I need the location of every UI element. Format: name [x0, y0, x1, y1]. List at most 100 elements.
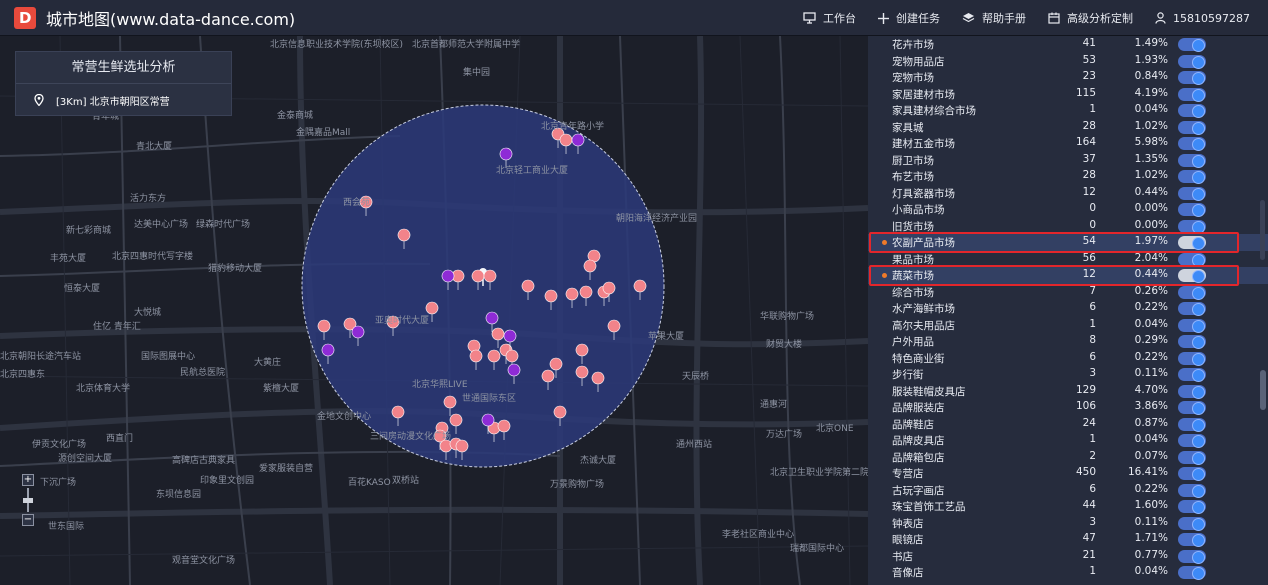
category-row[interactable]: 花卉市场 41 1.49%: [868, 36, 1268, 53]
category-count: 41: [1082, 37, 1096, 49]
category-toggle[interactable]: [1178, 368, 1206, 382]
category-row[interactable]: 书店 21 0.77%: [868, 548, 1268, 565]
zoom-in-button[interactable]: +: [22, 474, 34, 486]
category-row[interactable]: 灯具瓷器市场 12 0.44%: [868, 185, 1268, 202]
monitor-icon: [803, 12, 816, 24]
map-label: 通惠河: [760, 400, 788, 410]
map-label: 苹果大厦: [648, 332, 685, 342]
category-toggle[interactable]: [1178, 401, 1206, 415]
category-toggle[interactable]: [1178, 285, 1206, 300]
category-row[interactable]: 高尔夫用品店 1 0.04%: [868, 317, 1268, 334]
category-toggle[interactable]: [1178, 87, 1206, 102]
category-row[interactable]: 珠宝首饰工艺品 44 1.60%: [868, 498, 1268, 515]
category-row[interactable]: 宠物用品店 53 1.93%: [868, 53, 1268, 70]
category-row[interactable]: 特色商业街 6 0.22%: [868, 350, 1268, 367]
category-toggle[interactable]: [1178, 483, 1206, 498]
nav-workbench-label: 工作台: [823, 12, 857, 25]
category-toggle[interactable]: [1178, 467, 1206, 481]
category-toggle[interactable]: [1178, 38, 1206, 52]
category-toggle[interactable]: [1178, 54, 1206, 69]
map-label: 金隅嘉品Mall: [296, 128, 351, 138]
category-toggle[interactable]: [1178, 533, 1206, 547]
category-name: 宠物市场: [892, 72, 934, 84]
category-toggle[interactable]: [1178, 137, 1206, 151]
map-label: 爱家服装自营: [259, 464, 314, 474]
category-toggle[interactable]: [1178, 203, 1206, 217]
scrollbar-thumb[interactable]: [1260, 370, 1266, 410]
category-name: 特色商业街: [892, 352, 945, 365]
category-row[interactable]: 服装鞋帽皮具店 129 4.70%: [868, 383, 1268, 400]
category-row[interactable]: 古玩字画店 6 0.22%: [868, 482, 1268, 499]
category-toggle[interactable]: [1178, 120, 1206, 135]
category-toggle[interactable]: [1178, 104, 1206, 118]
category-name: 服装鞋帽皮具店: [892, 385, 966, 398]
category-toggle[interactable]: [1178, 186, 1206, 201]
category-row[interactable]: 品牌服装店 106 3.86%: [868, 399, 1268, 416]
category-percent: 2.04%: [1134, 251, 1168, 264]
category-row[interactable]: 专营店 450 16.41%: [868, 465, 1268, 482]
map-label: 北京朝阳长途汽车站: [0, 352, 82, 362]
category-toggle[interactable]: [1178, 252, 1206, 267]
category-toggle[interactable]: [1178, 417, 1206, 432]
zoom-slider-handle[interactable]: [23, 498, 33, 503]
category-toggle[interactable]: [1178, 351, 1206, 366]
category-toggle[interactable]: [1178, 566, 1206, 580]
category-name: 专营店: [892, 468, 924, 480]
nav-workbench[interactable]: 工作台: [803, 10, 856, 26]
category-name: 综合市场: [892, 286, 934, 299]
category-row[interactable]: 品牌箱包店 2 0.07%: [868, 449, 1268, 466]
nav-create-task-label: 创建任务: [896, 12, 941, 25]
category-row[interactable]: 步行街 3 0.11%: [868, 366, 1268, 383]
nav-advanced[interactable]: 高级分析定制: [1048, 10, 1133, 26]
nav-user[interactable]: 15810597287: [1155, 12, 1250, 25]
category-toggle[interactable]: [1178, 71, 1206, 85]
category-toggle[interactable]: [1178, 335, 1206, 349]
category-toggle[interactable]: [1178, 549, 1206, 564]
category-toggle[interactable]: [1178, 302, 1206, 316]
app-logo-icon[interactable]: [14, 6, 36, 29]
category-toggle[interactable]: [1178, 434, 1206, 448]
category-name: 水产海鲜市场: [892, 303, 955, 315]
map-label: 民航总医院: [180, 368, 226, 378]
nav-create-task[interactable]: 创建任务: [878, 10, 940, 26]
map-label: 金泰商城: [277, 111, 314, 121]
category-row[interactable]: 音像店 1 0.04%: [868, 564, 1268, 581]
analysis-location-row[interactable]: [3Km] 北京市朝阳区常营: [16, 84, 231, 116]
category-toggle[interactable]: [1178, 516, 1206, 531]
category-count: 21: [1082, 548, 1096, 561]
category-row[interactable]: 钟表店 3 0.11%: [868, 515, 1268, 532]
category-toggle[interactable]: [1178, 500, 1206, 514]
category-row[interactable]: 户外用品 8 0.29%: [868, 333, 1268, 350]
map-canvas[interactable]: 北京信息职业技术学院(东坝校区) 北京首都师范大学附属中学 集中园 金泰商城 金…: [0, 36, 868, 585]
category-percent: 0.87%: [1134, 416, 1168, 429]
category-toggle[interactable]: [1178, 153, 1206, 168]
category-name: 书店: [892, 550, 913, 563]
category-toggle[interactable]: [1178, 384, 1206, 399]
map-label: 杰诚大厦: [580, 456, 617, 466]
map-label: 达美中心广场: [134, 220, 189, 230]
category-row[interactable]: 建材五金市场 164 5.98%: [868, 135, 1268, 152]
category-row[interactable]: 厨卫市场 37 1.35%: [868, 152, 1268, 169]
category-row[interactable]: 布艺市场 28 1.02%: [868, 168, 1268, 185]
category-row[interactable]: 宠物市场 23 0.84%: [868, 69, 1268, 86]
category-row[interactable]: 家居建材市场 115 4.19%: [868, 86, 1268, 103]
category-row[interactable]: 小商品市场 0 0.00%: [868, 201, 1268, 218]
category-toggle[interactable]: [1178, 219, 1206, 234]
map-label: 财贸大楼: [766, 340, 803, 350]
category-row[interactable]: 家具城 28 1.02%: [868, 119, 1268, 136]
category-count: 7: [1089, 284, 1096, 297]
category-row[interactable]: 眼镜店 47 1.71%: [868, 531, 1268, 548]
category-list-panel[interactable]: 花卉市场 41 1.49% 宠物用品店 53 1.93% 宠物市场 23 0.84% 家居建材市场…: [868, 36, 1268, 585]
category-row[interactable]: 家具建材综合市场 1 0.04%: [868, 102, 1268, 119]
category-toggle[interactable]: [1178, 450, 1206, 465]
category-row[interactable]: 品牌皮具店 1 0.04%: [868, 432, 1268, 449]
zoom-slider[interactable]: [23, 488, 33, 512]
category-toggle[interactable]: [1178, 318, 1206, 333]
category-row[interactable]: 品牌鞋店 24 0.87%: [868, 416, 1268, 433]
category-row[interactable]: 水产海鲜市场 6 0.22%: [868, 300, 1268, 317]
zoom-out-button[interactable]: −: [22, 514, 34, 526]
nav-help[interactable]: 帮助手册: [962, 10, 1026, 26]
scrollbar-track[interactable]: [1260, 200, 1265, 260]
category-toggle[interactable]: [1178, 170, 1206, 184]
top-bar: 城市地图(www.data-dance.com) 工作台 创建任务 帮助手册 高…: [0, 0, 1268, 36]
